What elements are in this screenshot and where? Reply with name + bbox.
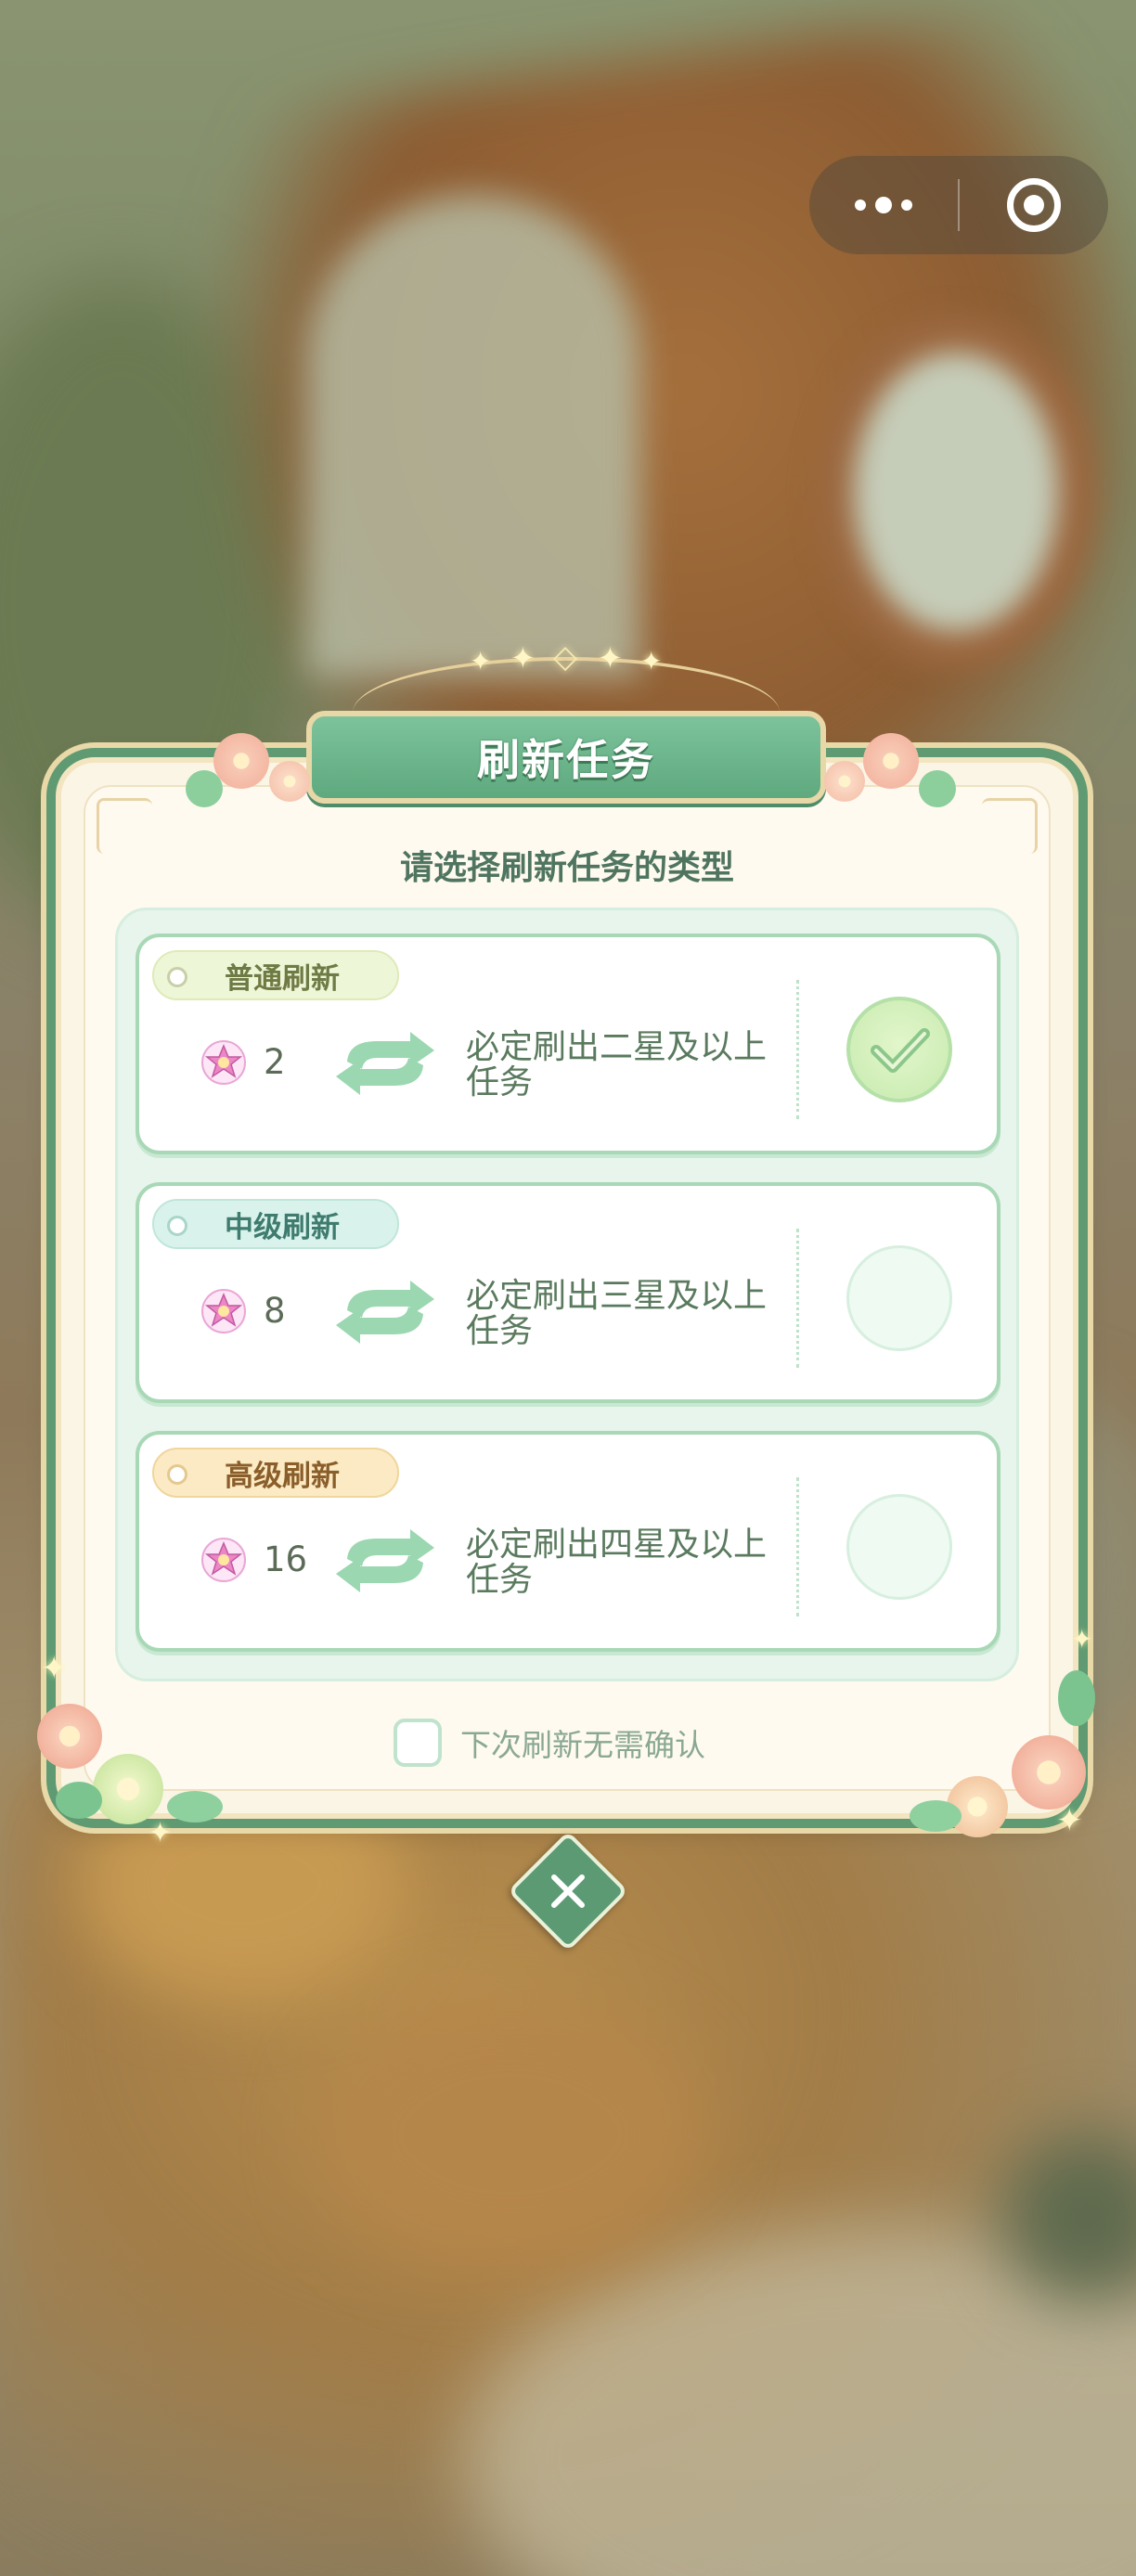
option-divider [796,1477,799,1616]
refresh-arrows-icon [336,1281,434,1344]
exit-miniprogram-button[interactable] [960,156,1108,254]
option-select-radio[interactable] [846,997,952,1102]
refresh-arrows-icon [336,1032,434,1095]
miniprogram-capsule [809,156,1108,254]
ellipsis-icon [855,200,866,211]
option-cost: 16 [264,1539,308,1579]
option-select-radio[interactable] [846,1494,952,1600]
skip-confirm-label: 下次刷新无需确认 [460,1727,705,1763]
skip-confirm-row[interactable]: 下次刷新无需确认 [394,1719,705,1767]
option-divider [796,1229,799,1368]
star-currency-icon [201,1538,246,1582]
target-circle-icon [1007,178,1061,232]
option-tag: 中级刷新 [152,1199,399,1249]
option-tag-label: 高级刷新 [225,1459,340,1493]
dialog-subtitle: 请选择刷新任务的类型 [399,849,734,887]
dialog-title-plate: 刷新任务 [306,711,826,804]
close-icon [525,1848,611,1934]
tag-dot-icon [167,1464,187,1485]
refresh-option-advanced[interactable]: 高级刷新 16 必定刷出四星及以上 任务 [136,1431,1000,1652]
option-divider [796,980,799,1119]
option-description: 必定刷出三星及以上 任务 [466,1277,768,1350]
refresh-option-intermediate[interactable]: 中级刷新 8 必定刷出三星及以上 任务 [136,1182,1000,1403]
sparkle-icon: ✦ [470,646,492,676]
more-menu-button[interactable] [809,156,958,254]
tag-dot-icon [167,1216,187,1236]
option-tag-label: 普通刷新 [225,961,340,996]
checkmark-icon [871,1028,930,1073]
option-tag: 高级刷新 [152,1448,399,1498]
tag-dot-icon [167,967,187,987]
option-description: 必定刷出二星及以上 任务 [466,1028,768,1101]
dialog-title: 刷新任务 [477,735,655,785]
star-currency-icon [201,1040,246,1085]
option-description: 必定刷出四星及以上 任务 [466,1526,768,1599]
flower-decoration [37,1704,102,1769]
flower-decoration [213,733,269,789]
skip-confirm-checkbox[interactable] [394,1719,442,1767]
option-tag: 普通刷新 [152,950,399,1000]
option-tag-label: 中级刷新 [225,1210,340,1244]
option-cost: 2 [264,1042,286,1082]
star-currency-icon [201,1289,246,1333]
refresh-option-basic[interactable]: 普通刷新 2 必定刷出二星及以上 任务 [136,934,1000,1154]
refresh-arrows-icon [336,1529,434,1592]
option-select-radio[interactable] [846,1245,952,1351]
option-cost: 8 [264,1291,286,1331]
